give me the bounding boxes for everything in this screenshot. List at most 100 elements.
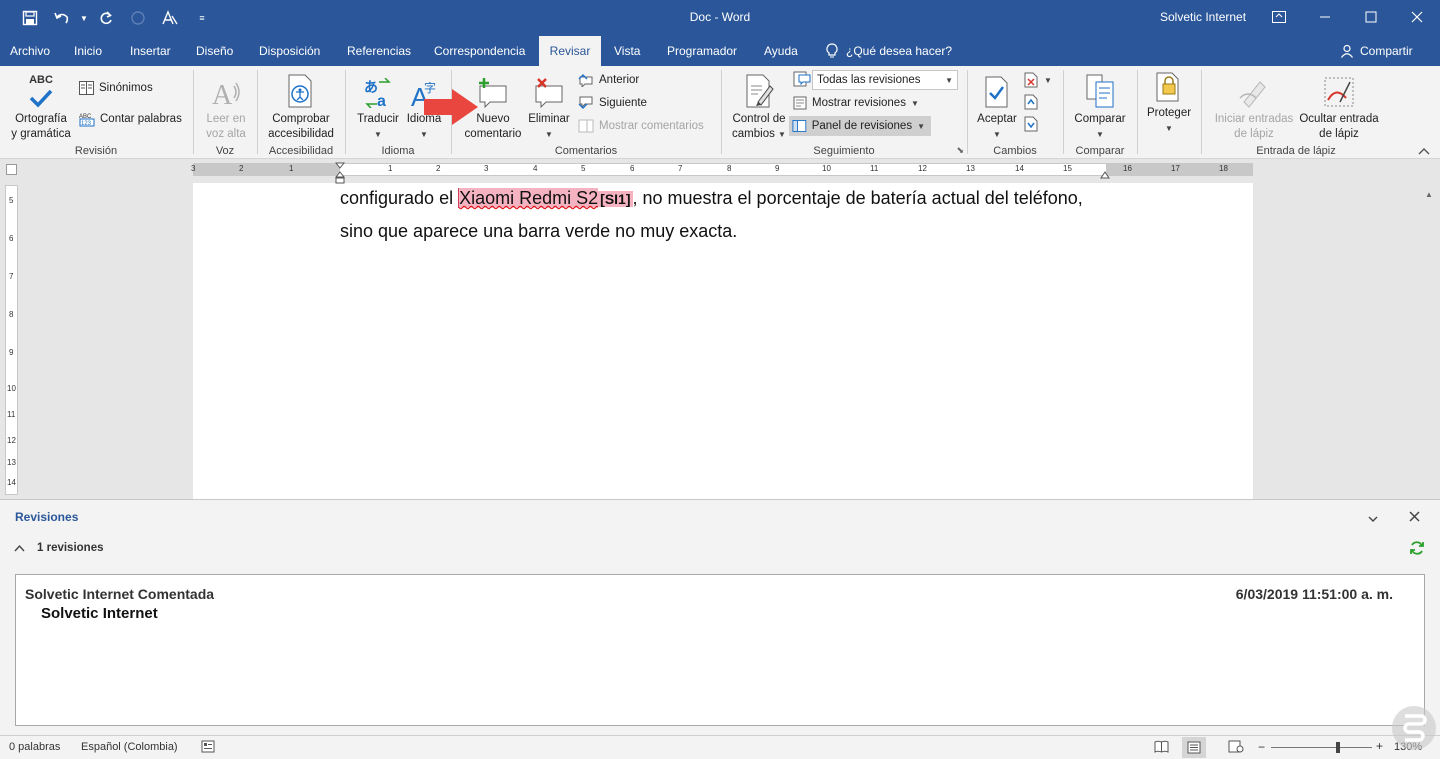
maximize-icon[interactable] <box>1348 0 1394 34</box>
minimize-icon[interactable] <box>1302 0 1348 34</box>
compare-button[interactable]: Comparar ▼ <box>1070 72 1130 142</box>
tab-selector-icon[interactable] <box>6 164 17 175</box>
reviewing-pane-label: Panel de revisiones <box>811 120 913 132</box>
tell-me-box[interactable]: ¿Qué desea hacer? <box>826 36 952 66</box>
protect-label: Proteger <box>1146 107 1192 119</box>
scroll-up-icon[interactable]: ▲ <box>1423 190 1435 199</box>
tab-vista[interactable]: Vista <box>605 36 649 66</box>
zoom-slider-thumb[interactable] <box>1335 742 1340 753</box>
show-comments-button[interactable]: Mostrar comentarios <box>578 116 704 136</box>
dialog-launcher-icon[interactable]: ⬊ <box>956 145 964 156</box>
read-mode-icon[interactable] <box>1154 740 1169 756</box>
customize-qat-icon[interactable]: ≡ <box>186 0 218 36</box>
horizontal-ruler[interactable]: 3 2 1 1 2 3 4 5 6 7 8 9 10 11 12 13 14 1… <box>191 163 1253 176</box>
reject-icon[interactable]: ▼ <box>1024 72 1052 88</box>
tab-insertar[interactable]: Insertar <box>121 36 180 66</box>
document-area: configurado el Xiaomi Redmi S2 [SI1], no … <box>0 159 1440 499</box>
group-proteger: Proteger ▼ <box>1138 66 1200 159</box>
tab-correspondencia[interactable]: Correspondencia <box>425 36 534 66</box>
markup-combo[interactable]: Todas las revisiones ▼ <box>812 70 958 90</box>
dropdown-caret-icon[interactable]: ▼ <box>78 0 90 36</box>
revision-item[interactable]: Solvetic Internet Comentada 6/03/2019 11… <box>15 574 1425 726</box>
reviewing-pane-button[interactable]: Panel de revisiones ▼ <box>789 116 931 136</box>
touch-mode-icon[interactable] <box>154 0 186 36</box>
document-page[interactable]: configurado el Xiaomi Redmi S2 [SI1], no … <box>193 183 1253 499</box>
show-markup-button[interactable]: Mostrar revisiones ▼ <box>793 93 919 113</box>
undo-icon[interactable] <box>46 0 78 36</box>
previous-comment-button[interactable]: Anterior <box>578 70 639 90</box>
zoom-slider[interactable] <box>1271 742 1372 753</box>
share-button[interactable]: Compartir <box>1340 36 1413 66</box>
group-label-idioma: Idioma <box>381 145 415 157</box>
tab-ayuda[interactable]: Ayuda <box>755 36 807 66</box>
ruler-number: 8 <box>9 310 14 319</box>
tab-programador[interactable]: Programador <box>658 36 746 66</box>
revision-author: Solvetic Internet Comentada <box>25 586 215 602</box>
vertical-scrollbar[interactable]: ▲ <box>1423 190 1435 495</box>
track-changes-button[interactable]: Control de cambios ▼ <box>728 72 790 142</box>
pane-options-icon[interactable] <box>1368 512 1378 526</box>
show-comments-icon <box>578 119 594 133</box>
translate-button[interactable]: あa Traducir ▼ <box>354 72 402 142</box>
protect-button[interactable]: Proteger ▼ <box>1142 72 1196 136</box>
close-pane-icon[interactable] <box>1409 511 1420 525</box>
person-icon <box>1341 44 1353 58</box>
zoom-out-icon[interactable]: − <box>1258 740 1265 754</box>
tab-archivo[interactable]: Archivo <box>1 36 59 66</box>
redo-icon[interactable] <box>90 0 122 36</box>
ribbon-display-options-icon[interactable] <box>1256 0 1302 34</box>
ruler-number: 7 <box>678 164 683 173</box>
tab-diseno[interactable]: Diseño <box>187 36 242 66</box>
autosave-icon[interactable] <box>122 0 154 36</box>
print-layout-icon[interactable] <box>1182 737 1206 758</box>
group-comentarios: Nuevo comentario Eliminar ▼ Anterior Sig… <box>452 66 720 159</box>
read-aloud-button[interactable]: A Leer en voz alta <box>200 72 252 142</box>
thesaurus-icon <box>79 81 94 95</box>
delete-caret-icon: ▼ <box>545 130 553 139</box>
word-count-status[interactable]: 0 palabras <box>9 741 60 753</box>
combo-dropdown-icon: ▼ <box>945 75 953 85</box>
word-count-icon: ABC123 <box>79 114 95 127</box>
tab-disposicion[interactable]: Disposición <box>250 36 329 66</box>
check-accessibility-label-1: Comprobar <box>272 113 330 125</box>
ruler-number: 2 <box>436 164 441 173</box>
refresh-icon[interactable] <box>1409 540 1425 559</box>
close-icon[interactable] <box>1394 0 1440 34</box>
revisions-count-row[interactable]: 1 revisiones <box>14 542 103 554</box>
zoom-in-icon[interactable]: + <box>1376 739 1383 753</box>
web-layout-icon[interactable] <box>1228 740 1244 756</box>
right-indent-marker-icon[interactable] <box>1100 168 1110 182</box>
tab-revisar[interactable]: Revisar <box>539 36 601 66</box>
spelling-grammar-button[interactable]: ABC Ortografía y gramática <box>6 72 76 142</box>
thesaurus-button[interactable]: Sinónimos <box>79 78 153 98</box>
accept-button[interactable]: Aceptar ▼ <box>974 72 1020 142</box>
ruler-number: 12 <box>7 436 16 445</box>
collapse-ribbon-icon[interactable] <box>1418 144 1430 158</box>
read-aloud-label-2: voz alta <box>206 128 246 140</box>
save-icon[interactable] <box>14 0 46 36</box>
spellcheck-abc-text: ABC <box>29 73 53 86</box>
group-revision: ABC Ortografía y gramática Sinónimos ABC… <box>0 66 192 159</box>
hide-ink-button[interactable]: Ocultar entrada de lápiz <box>1292 72 1386 142</box>
user-name[interactable]: Solvetic Internet <box>1160 10 1246 24</box>
delete-comment-button[interactable]: Eliminar ▼ <box>524 72 574 142</box>
language-status[interactable]: Español (Colombia) <box>81 741 178 753</box>
start-inking-button[interactable]: Iniciar entradas de lápiz <box>1206 72 1302 142</box>
check-accessibility-label-2: accesibilidad <box>268 128 334 140</box>
word-count-button[interactable]: ABC 123 Contar palabras <box>79 109 182 129</box>
indent-marker-icon[interactable] <box>334 162 346 187</box>
macro-record-icon[interactable] <box>201 740 215 756</box>
lightbulb-icon <box>826 43 838 58</box>
vertical-ruler[interactable]: 5 6 7 8 9 10 11 12 13 14 <box>5 185 18 495</box>
tab-inicio[interactable]: Inicio <box>65 36 111 66</box>
tab-referencias[interactable]: Referencias <box>338 36 420 66</box>
previous-change-icon[interactable] <box>1024 94 1038 113</box>
next-change-icon[interactable] <box>1024 116 1038 135</box>
revision-comment-text[interactable]: Solvetic Internet <box>41 605 158 622</box>
group-cambios: Aceptar ▼ ▼ Cambios <box>968 66 1062 159</box>
check-accessibility-button[interactable]: Comprobar accesibilidad <box>263 72 339 142</box>
comment-marker[interactable]: [SI1] <box>598 191 633 207</box>
commented-text[interactable]: Xiaomi Redmi S2 <box>458 188 599 208</box>
read-aloud-label-1: Leer en <box>206 113 246 125</box>
next-comment-button[interactable]: Siguiente <box>578 93 647 113</box>
